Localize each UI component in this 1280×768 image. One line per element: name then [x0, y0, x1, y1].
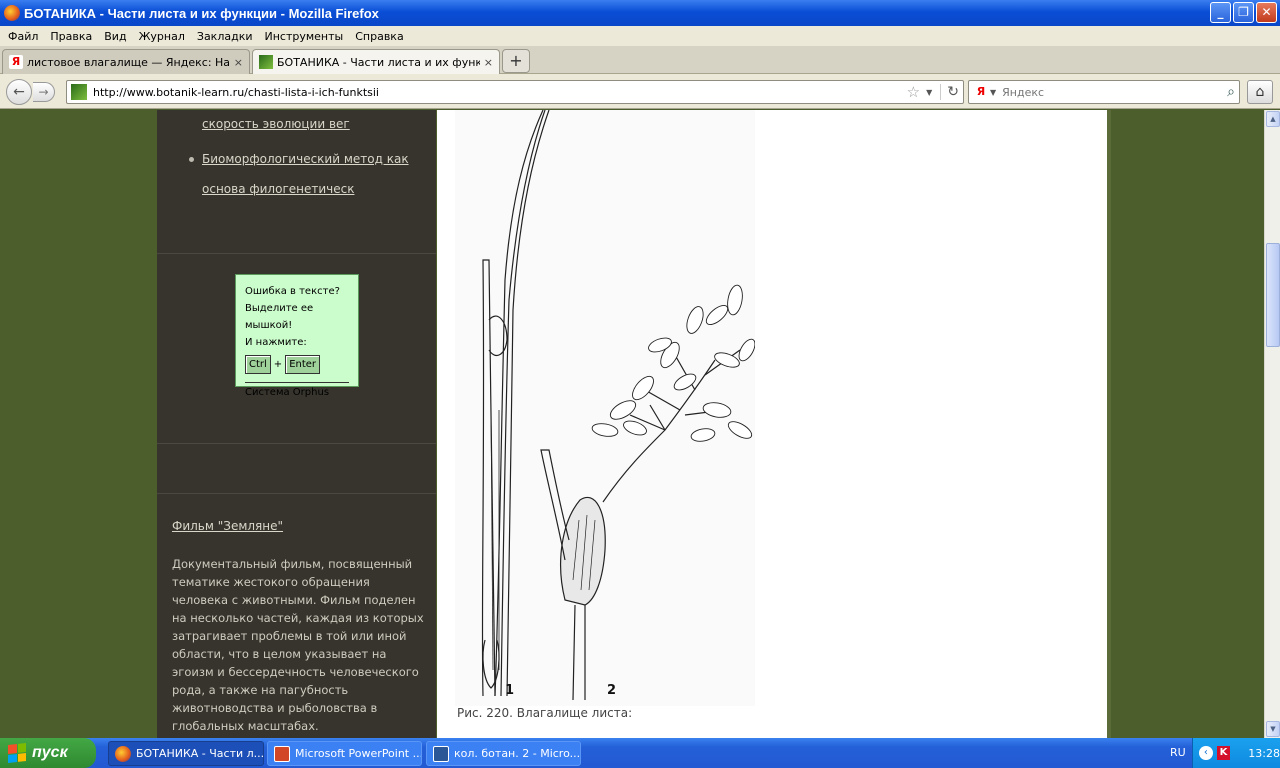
- tab-yandex-search[interactable]: Я листовое влагалище — Яндекс: Нашл... ×: [2, 49, 250, 74]
- main-article: 1 2 Рис. 220. Влагалище листа:: [437, 110, 1107, 738]
- film-description: Документальный фильм, посвященный темати…: [172, 557, 424, 733]
- menu-edit[interactable]: Правка: [44, 30, 98, 43]
- window-title-bar[interactable]: БОТАНИКА - Части листа и их функции - Mo…: [0, 0, 1280, 26]
- taskbar-button-firefox[interactable]: БОТАНИКА - Части л...: [108, 741, 264, 766]
- menu-view[interactable]: Вид: [98, 30, 132, 43]
- taskbar-button-label: БОТАНИКА - Части л...: [136, 747, 264, 760]
- close-button[interactable]: ✕: [1256, 2, 1277, 23]
- powerpoint-icon: [274, 745, 290, 762]
- search-input[interactable]: [1002, 85, 1228, 99]
- page-border: [1107, 110, 1111, 738]
- start-label: пуск: [32, 744, 68, 761]
- menu-bookmarks[interactable]: Закладки: [191, 30, 259, 43]
- firefox-icon: [4, 5, 20, 21]
- ctrl-key: Ctrl: [245, 355, 271, 374]
- firefox-icon: [115, 745, 131, 762]
- orphus-widget[interactable]: Ошибка в тексте? Выделите ее мышкой! И н…: [235, 274, 359, 398]
- arrow-left-icon[interactable]: ‹: [1199, 746, 1213, 760]
- menu-history[interactable]: Журнал: [133, 30, 191, 43]
- plus-sign: +: [273, 359, 283, 370]
- maximize-button[interactable]: ❐: [1233, 2, 1254, 23]
- home-button[interactable]: ⌂: [1247, 80, 1273, 104]
- menu-help[interactable]: Справка: [349, 30, 409, 43]
- divider: [245, 382, 349, 383]
- address-bar[interactable]: http://www.botanik-learn.ru/chasti-lista…: [66, 80, 964, 104]
- divider: [157, 253, 436, 254]
- film-link[interactable]: Фильм "Земляне": [172, 519, 283, 533]
- figure-caption: Рис. 220. Влагалище листа:: [457, 706, 633, 720]
- menu-bar: Файл Правка Вид Журнал Закладки Инструме…: [0, 26, 1280, 46]
- figure-label-2: 2: [607, 683, 616, 698]
- sidebar-link[interactable]: скорость эволюции вег: [202, 117, 350, 131]
- yandex-icon: Я: [9, 55, 23, 69]
- enter-key: Enter: [285, 355, 321, 374]
- page-content: скорость эволюции вег Биоморфологический…: [0, 110, 1264, 738]
- sidebar: скорость эволюции вег Биоморфологический…: [157, 110, 436, 738]
- tab-botanika[interactable]: БОТАНИКА - Части листа и их функции ×: [252, 49, 500, 74]
- scroll-down-icon[interactable]: ▼: [1266, 721, 1280, 737]
- taskbar-button-label: кол. ботан. 2 - Micro...: [454, 747, 581, 760]
- minimize-button[interactable]: _: [1210, 2, 1231, 23]
- site-leaf-icon: [71, 84, 87, 100]
- menu-file[interactable]: Файл: [2, 30, 44, 43]
- chevron-down-icon[interactable]: ▼: [990, 88, 996, 97]
- vertical-scrollbar[interactable]: ▲ ▼: [1264, 110, 1280, 738]
- bookmark-star-icon[interactable]: ☆: [907, 83, 920, 101]
- figure-label-1: 1: [505, 683, 514, 698]
- divider: [157, 443, 436, 444]
- orphus-text: И нажмите:: [245, 337, 307, 348]
- kaspersky-icon[interactable]: K: [1216, 746, 1231, 760]
- list-item: скорость эволюции вег: [187, 110, 350, 139]
- back-button[interactable]: ←: [6, 79, 32, 105]
- menu-tools[interactable]: Инструменты: [259, 30, 350, 43]
- search-icon[interactable]: ⌕: [1227, 84, 1235, 100]
- sidebar-link-list: Биоморфологический метод как основа фило…: [187, 144, 409, 204]
- new-tab-button[interactable]: +: [502, 49, 530, 73]
- tab-label: листовое влагалище — Яндекс: Нашл...: [27, 55, 230, 69]
- reload-icon[interactable]: ↻: [940, 84, 959, 100]
- clock: 13:28: [1248, 746, 1280, 760]
- list-item: Биоморфологический метод как основа фило…: [187, 144, 409, 204]
- sidebar-link[interactable]: основа филогенетическ: [202, 182, 354, 196]
- orphus-keys: Ctrl + Enter: [245, 355, 349, 374]
- sidebar-link-list: скорость эволюции вег: [187, 110, 350, 139]
- chevron-down-icon[interactable]: ▼: [926, 88, 932, 97]
- orphus-system-label[interactable]: Система Orphus: [245, 384, 349, 401]
- navigation-bar: ← → http://www.botanik-learn.ru/chasti-l…: [0, 74, 1280, 109]
- start-button[interactable]: пуск: [0, 738, 96, 768]
- bullet-icon: [189, 157, 194, 162]
- taskbar-button-powerpoint[interactable]: Microsoft PowerPoint ...: [267, 741, 422, 766]
- scrollbar-thumb[interactable]: [1266, 243, 1280, 347]
- search-bar[interactable]: Я ▼ ⌕: [968, 80, 1240, 104]
- url-text[interactable]: http://www.botanik-learn.ru/chasti-lista…: [93, 86, 907, 99]
- language-indicator[interactable]: RU: [1170, 746, 1186, 759]
- orphus-text: Выделите ее мышкой!: [245, 303, 314, 331]
- tab-close-icon[interactable]: ×: [484, 56, 493, 69]
- yandex-icon[interactable]: Я: [974, 85, 988, 99]
- taskbar-button-label: Microsoft PowerPoint ...: [295, 747, 422, 760]
- windows-logo-icon: [8, 743, 26, 763]
- window-title: БОТАНИКА - Части листа и их функции - Mo…: [24, 5, 379, 21]
- tab-close-icon[interactable]: ×: [234, 56, 243, 69]
- taskbar: пуск БОТАНИКА - Части л... Microsoft Pow…: [0, 738, 1280, 768]
- sidebar-link[interactable]: Биоморфологический метод как: [202, 152, 409, 166]
- taskbar-button-word[interactable]: кол. ботан. 2 - Micro...: [426, 741, 581, 766]
- word-icon: [433, 745, 449, 762]
- botanical-drawing: 1 2: [481, 110, 756, 701]
- system-tray: ‹ K 13:28: [1192, 738, 1280, 768]
- orphus-text: Ошибка в тексте?: [245, 286, 340, 297]
- tab-bar: Я листовое влагалище — Яндекс: Нашл... ×…: [0, 46, 1280, 74]
- leaf-sheath-illustration: 1 2: [455, 110, 756, 706]
- forward-button[interactable]: →: [33, 82, 55, 102]
- site-leaf-icon: [259, 55, 273, 69]
- divider: [157, 493, 436, 494]
- scroll-up-icon[interactable]: ▲: [1266, 111, 1280, 127]
- tab-label: БОТАНИКА - Части листа и их функции: [277, 55, 480, 69]
